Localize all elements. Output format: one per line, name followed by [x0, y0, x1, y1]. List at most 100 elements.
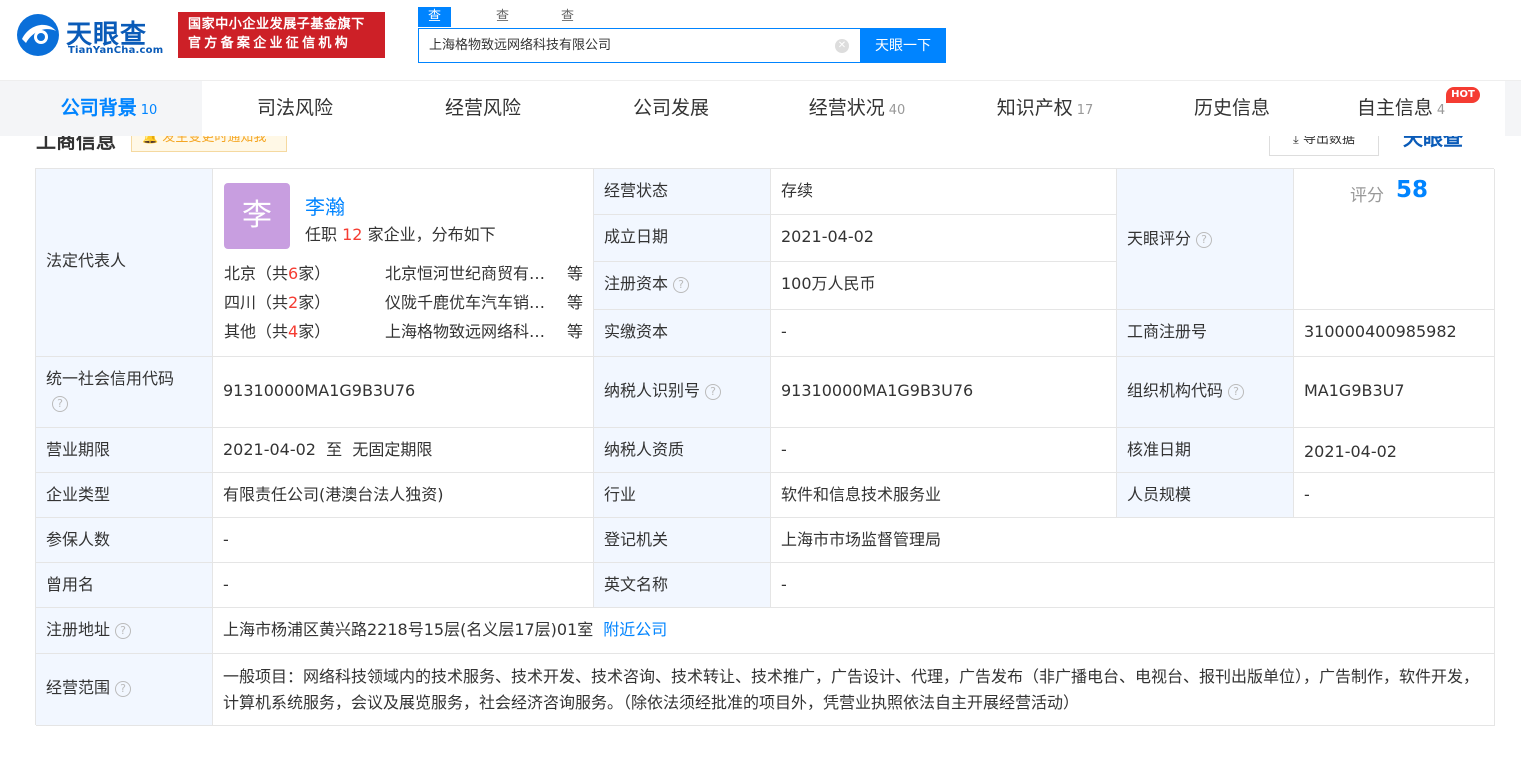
region-open: （共 — [256, 264, 289, 283]
tab-label: 历史信息 — [1193, 97, 1270, 119]
region-close: 家） — [298, 264, 331, 283]
export-label: 导出数据 — [1302, 136, 1355, 147]
dist-company-link[interactable]: 北京恒河世纪商贸有限公司 — [385, 260, 557, 284]
brand-watermark: 天眼查 — [1403, 136, 1463, 150]
scope-label: 经营范围? — [36, 654, 213, 726]
industry-label: 行业 — [594, 473, 771, 518]
english-name-value: - — [771, 563, 1495, 608]
nearby-companies-link[interactable]: 附近公司 — [603, 620, 667, 639]
address-cell: 上海市杨浦区黄兴路2218号15层(名义层17层)01室 附近公司 — [213, 608, 1495, 654]
tab-count: 10 — [140, 103, 158, 118]
label-text: 经营状态 — [604, 181, 669, 200]
dist-region: 四川（共2家） — [224, 289, 330, 313]
search-button[interactable]: 天眼一下 — [860, 28, 946, 63]
authority-label: 登记机关 — [594, 518, 771, 563]
tianyancha-logo[interactable]: 天眼查 TianYanCha.com — [16, 10, 168, 60]
tab-company-development[interactable]: 公司发展 — [578, 81, 764, 137]
tab-search-relation[interactable]: 查关系 — [561, 7, 574, 64]
eye-logo-icon — [17, 14, 59, 56]
approve-date-value: 2021-04-02 — [1294, 428, 1495, 473]
capital-label: 注册资本? — [594, 262, 771, 310]
label-text: 纳税人资质 — [604, 440, 685, 459]
legal-rep-name[interactable]: 李瀚 — [305, 191, 345, 220]
section-header: 工商信息 🔔 发生变更时通知我 ⤓ 导出数据 天眼查 — [0, 136, 1521, 168]
label-text: 营业期限 — [46, 440, 111, 459]
english-name-label: 英文名称 — [594, 563, 771, 608]
capital-value: 100万人民币 — [771, 262, 1117, 310]
insured-label: 参保人数 — [36, 518, 213, 563]
distribution-row: 四川（共2家） 仪陇千鹿优车汽车销售有限公司 等 — [224, 289, 594, 313]
paid-capital-label: 实缴资本 — [594, 310, 771, 357]
help-icon[interactable]: ? — [705, 384, 722, 400]
tab-label: 公司背景 — [60, 97, 137, 119]
help-icon[interactable]: ? — [1228, 384, 1245, 400]
distribution-row: 其他（共4家） 上海格物致远网络科技有限公司 等 — [224, 318, 594, 342]
clear-icon[interactable]: ✕ — [835, 39, 849, 53]
label-text: 法定代表人 — [46, 251, 127, 270]
status-label: 经营状态 — [594, 169, 771, 215]
score-value[interactable]: 58 — [1396, 177, 1428, 203]
region-open: （共 — [256, 293, 289, 312]
label-text: 曾用名 — [46, 575, 95, 594]
desc-suffix: 家企业，分布如下 — [367, 225, 496, 244]
notify-change-button[interactable]: 🔔 发生变更时通知我 — [131, 136, 287, 152]
former-name-value: - — [213, 563, 594, 608]
region-count: 6 — [288, 264, 299, 283]
dist-etc: 等 — [567, 264, 584, 283]
tianyan-score-label: 天眼评分? — [1117, 169, 1294, 310]
label-text: 核准日期 — [1127, 440, 1192, 459]
region-name: 其他 — [224, 322, 257, 341]
tab-history[interactable]: 历史信息 — [1139, 81, 1325, 137]
label-text: 企业类型 — [46, 485, 111, 504]
tab-intellectual-property[interactable]: 知识产权 17 — [952, 81, 1138, 137]
region-open: （共 — [256, 322, 289, 341]
company-type-value: 有限责任公司(港澳台法人独资) — [213, 473, 594, 518]
tab-count: 17 — [1076, 103, 1094, 118]
address-value: 上海市杨浦区黄兴路2218号15层(名义层17层)01室 — [223, 620, 594, 639]
hot-badge: HOT — [1446, 87, 1480, 103]
tab-count: 4 — [1436, 103, 1446, 118]
dist-region: 其他（共4家） — [224, 318, 330, 342]
badge-line-2: 官方备案企业征信机构 — [188, 36, 352, 51]
paid-capital-value: - — [771, 310, 1117, 357]
tab-operating-risk[interactable]: 经营风险 — [390, 81, 576, 137]
tianyan-score-cell[interactable] — [1294, 169, 1495, 310]
insured-value: - — [213, 518, 594, 563]
region-close: 家） — [298, 322, 331, 341]
label-text: 注册地址 — [46, 620, 111, 639]
business-info-table: 法定代表人 李 李瀚 任职 12 家企业，分布如下 北京（共6家） 北京恒河世纪… — [35, 168, 1495, 726]
former-name-label: 曾用名 — [36, 563, 213, 608]
tab-search-company[interactable]: 查公司 — [418, 7, 452, 64]
tab-search-boss[interactable]: 查老板 — [496, 7, 509, 64]
help-icon[interactable]: ? — [1196, 232, 1213, 248]
label-text: 统一社会信用代码 — [46, 369, 175, 388]
dist-etc: 等 — [567, 322, 584, 341]
staff-size-label: 人员规模 — [1117, 473, 1294, 518]
label-text: 登记机关 — [604, 530, 669, 549]
staff-size-value: - — [1294, 473, 1495, 518]
notify-label: 发生变更时通知我 — [162, 136, 267, 145]
region-count: 4 — [288, 322, 299, 341]
desc-count: 12 — [342, 225, 363, 244]
label-text: 工商注册号 — [1127, 322, 1208, 341]
help-icon[interactable]: ? — [115, 681, 132, 697]
help-icon[interactable]: ? — [115, 623, 132, 639]
top-header: 天眼查 TianYanCha.com 国家中小企业发展子基金旗下 官方备案企业征… — [0, 0, 1521, 80]
export-data-button[interactable]: ⤓ 导出数据 — [1269, 136, 1379, 156]
section-title: 工商信息 — [36, 136, 116, 153]
help-icon[interactable]: ? — [52, 396, 68, 412]
help-icon[interactable]: ? — [673, 277, 690, 293]
tab-operating-status[interactable]: 经营状况 40 — [764, 81, 950, 137]
dist-company-link[interactable]: 仪陇千鹿优车汽车销售有限公司 — [385, 289, 557, 313]
region-count: 2 — [288, 293, 299, 312]
legal-rep-desc: 任职 12 家企业，分布如下 — [305, 221, 496, 245]
download-icon: ⤓ — [1293, 136, 1303, 147]
credit-code-label: 统一社会信用代码? — [36, 357, 213, 428]
tab-company-background[interactable]: 公司背景 10 — [16, 81, 202, 137]
avatar[interactable]: 李 — [224, 183, 290, 249]
search-input[interactable] — [429, 36, 829, 51]
tab-judicial-risk[interactable]: 司法风险 — [202, 81, 388, 137]
dist-company-link[interactable]: 上海格物致远网络科技有限公司 — [385, 318, 557, 342]
founded-value: 2021-04-02 — [771, 215, 1117, 262]
legal-rep-label: 法定代表人 — [36, 169, 213, 357]
